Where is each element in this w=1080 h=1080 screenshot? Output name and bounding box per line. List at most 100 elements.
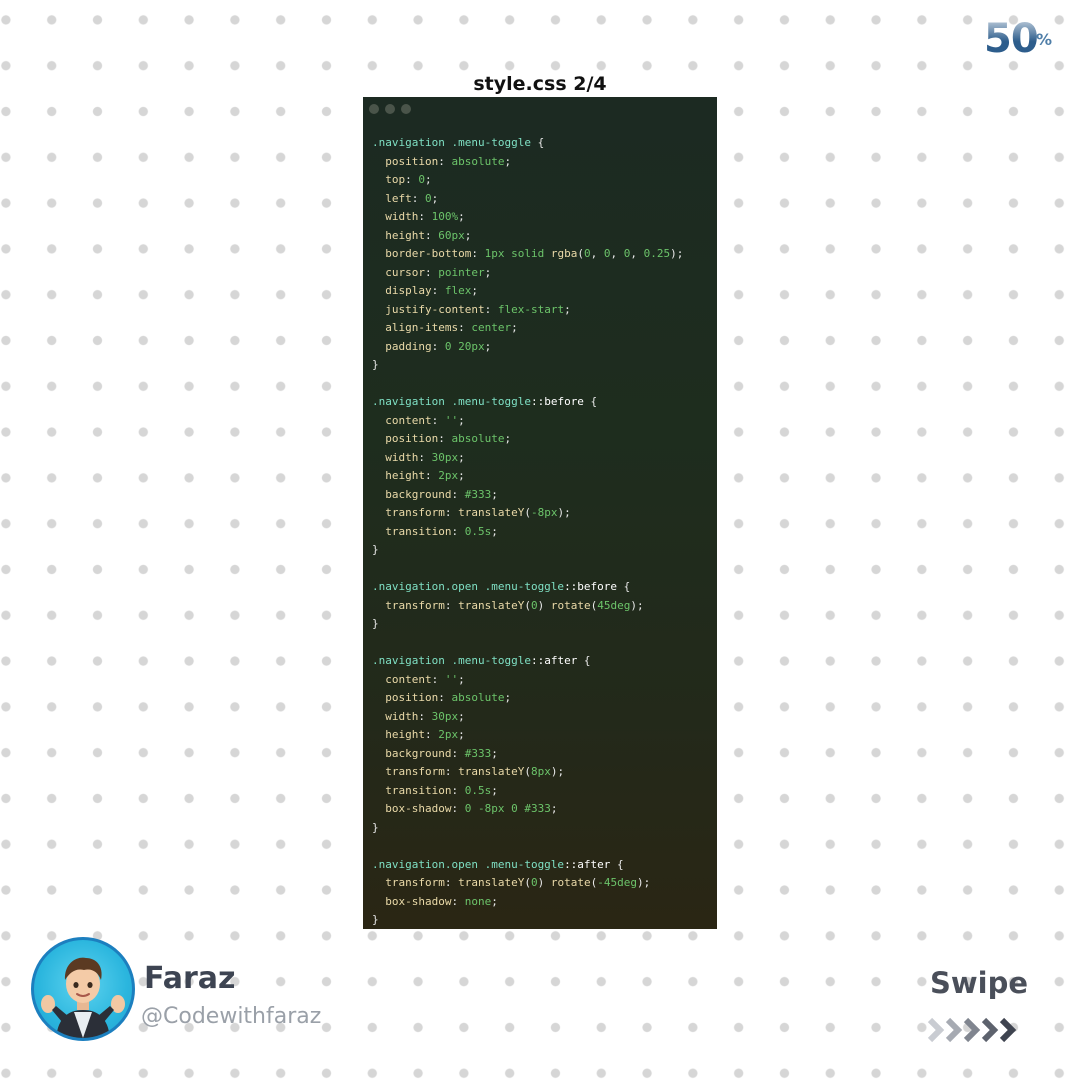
code-line: .navigation.open .menu-toggle::after {	[372, 856, 683, 875]
code-token: ;	[458, 210, 465, 223]
code-token: :	[451, 894, 465, 908]
code-token: :	[411, 191, 425, 205]
code-token: );	[550, 765, 565, 778]
code-window: .navigation .menu-toggle { position: abs…	[363, 97, 717, 929]
code-line: content: '';	[372, 412, 683, 431]
swipe-label[interactable]: Swipe	[930, 964, 1028, 1002]
code-token: translateY	[458, 876, 525, 889]
code-line: width: 30px;	[372, 708, 683, 727]
code-line: width: 100%;	[372, 208, 683, 227]
code-token: cursor	[372, 265, 425, 279]
code-token: padding	[372, 339, 432, 353]
code-token: :	[418, 709, 432, 723]
code-token: 1px solid	[484, 247, 551, 260]
code-line: justify-content: flex-start;	[372, 301, 683, 320]
code-line: }	[372, 911, 683, 929]
code-token: .navigation .menu-toggle	[372, 395, 531, 408]
code-token: 8px	[530, 765, 551, 778]
code-line: background: #333;	[372, 745, 683, 764]
code-token: );	[630, 598, 644, 612]
code-token: flex	[444, 284, 472, 297]
window-dot-icon	[369, 104, 379, 114]
code-token: :	[431, 284, 445, 297]
chevrons-right-icon[interactable]	[927, 1017, 1023, 1043]
code-token: )	[537, 876, 551, 889]
code-token: ;	[511, 321, 518, 334]
code-line: transform: translateY(0) rotate(-45deg);	[372, 874, 683, 893]
code-token: ;	[458, 413, 465, 427]
code-token: :	[431, 413, 445, 427]
code-token: :	[451, 802, 465, 815]
code-token: flex-start	[497, 302, 565, 316]
code-token: ;	[491, 487, 498, 501]
code-token: absolute	[451, 691, 505, 704]
code-token: box-shadow	[372, 894, 452, 908]
code-token: .navigation .menu-toggle	[372, 654, 531, 667]
code-token: :	[438, 691, 452, 704]
code-token: 0	[530, 598, 538, 612]
code-token: rotate	[550, 598, 591, 612]
code-line: background: #333;	[372, 486, 683, 505]
code-token: :	[418, 210, 432, 223]
code-token: 0 20px	[444, 339, 485, 353]
code-token: (	[524, 765, 531, 778]
code-token: width	[372, 450, 419, 464]
progress-value: 50	[984, 16, 1039, 62]
code-token: }	[372, 913, 379, 926]
code-token: transition	[372, 524, 452, 538]
code-token: :	[431, 339, 445, 353]
code-token: );	[557, 506, 571, 519]
code-token: (	[524, 506, 531, 519]
code-line: position: absolute;	[372, 689, 683, 708]
code-token: ;	[491, 746, 498, 760]
progress-indicator: 50 %	[984, 12, 1064, 62]
code-token: :	[484, 302, 498, 316]
code-line: border-bottom: 1px solid rgba(0, 0, 0, 0…	[372, 245, 683, 264]
code-line: }	[372, 615, 683, 634]
code-token: translateY	[458, 765, 525, 778]
code-token: pointer	[438, 265, 485, 279]
code-token: 0	[425, 191, 432, 205]
code-token: none	[464, 894, 492, 908]
code-token: #333	[464, 487, 492, 501]
code-token: {	[577, 654, 591, 667]
code-token: :	[444, 506, 459, 519]
code-line: height: 2px;	[372, 726, 683, 745]
code-token: :	[424, 728, 439, 741]
code-line: transform: translateY(0) rotate(45deg);	[372, 597, 683, 616]
code-token: );	[670, 247, 684, 260]
code-token: {	[610, 857, 624, 871]
code-token: :	[451, 783, 465, 797]
code-token: ;	[504, 154, 512, 168]
code-token: box-shadow	[372, 802, 452, 815]
code-token: justify-content	[372, 302, 485, 316]
code-token: content	[372, 672, 432, 686]
code-token: 100%	[431, 210, 459, 223]
code-line: left: 0;	[372, 190, 683, 209]
code-token: left	[372, 191, 412, 205]
code-token: :	[424, 469, 439, 482]
code-token: absolute	[451, 154, 505, 168]
window-dot-icon	[401, 104, 411, 114]
code-token: 0	[583, 247, 591, 260]
code-token: ;	[425, 173, 432, 186]
code-line: height: 2px;	[372, 467, 683, 486]
code-line: display: flex;	[372, 282, 683, 301]
code-token: ;	[491, 524, 498, 538]
code-line: transform: translateY(8px);	[372, 763, 683, 782]
code-line: }	[372, 541, 683, 560]
code-line: padding: 0 20px;	[372, 338, 683, 357]
code-token: align-items	[372, 321, 459, 334]
code-token: ;	[458, 469, 465, 482]
code-token: height	[372, 228, 425, 242]
code-token: }	[372, 617, 379, 630]
code-line: cursor: pointer;	[372, 264, 683, 283]
code-token: 0	[530, 876, 538, 889]
code-token: {	[530, 136, 545, 149]
code-token: :	[451, 524, 465, 538]
code-line: align-items: center;	[372, 319, 683, 338]
author-name: Faraz	[144, 961, 236, 996]
code-token: border-bottom	[372, 247, 472, 260]
